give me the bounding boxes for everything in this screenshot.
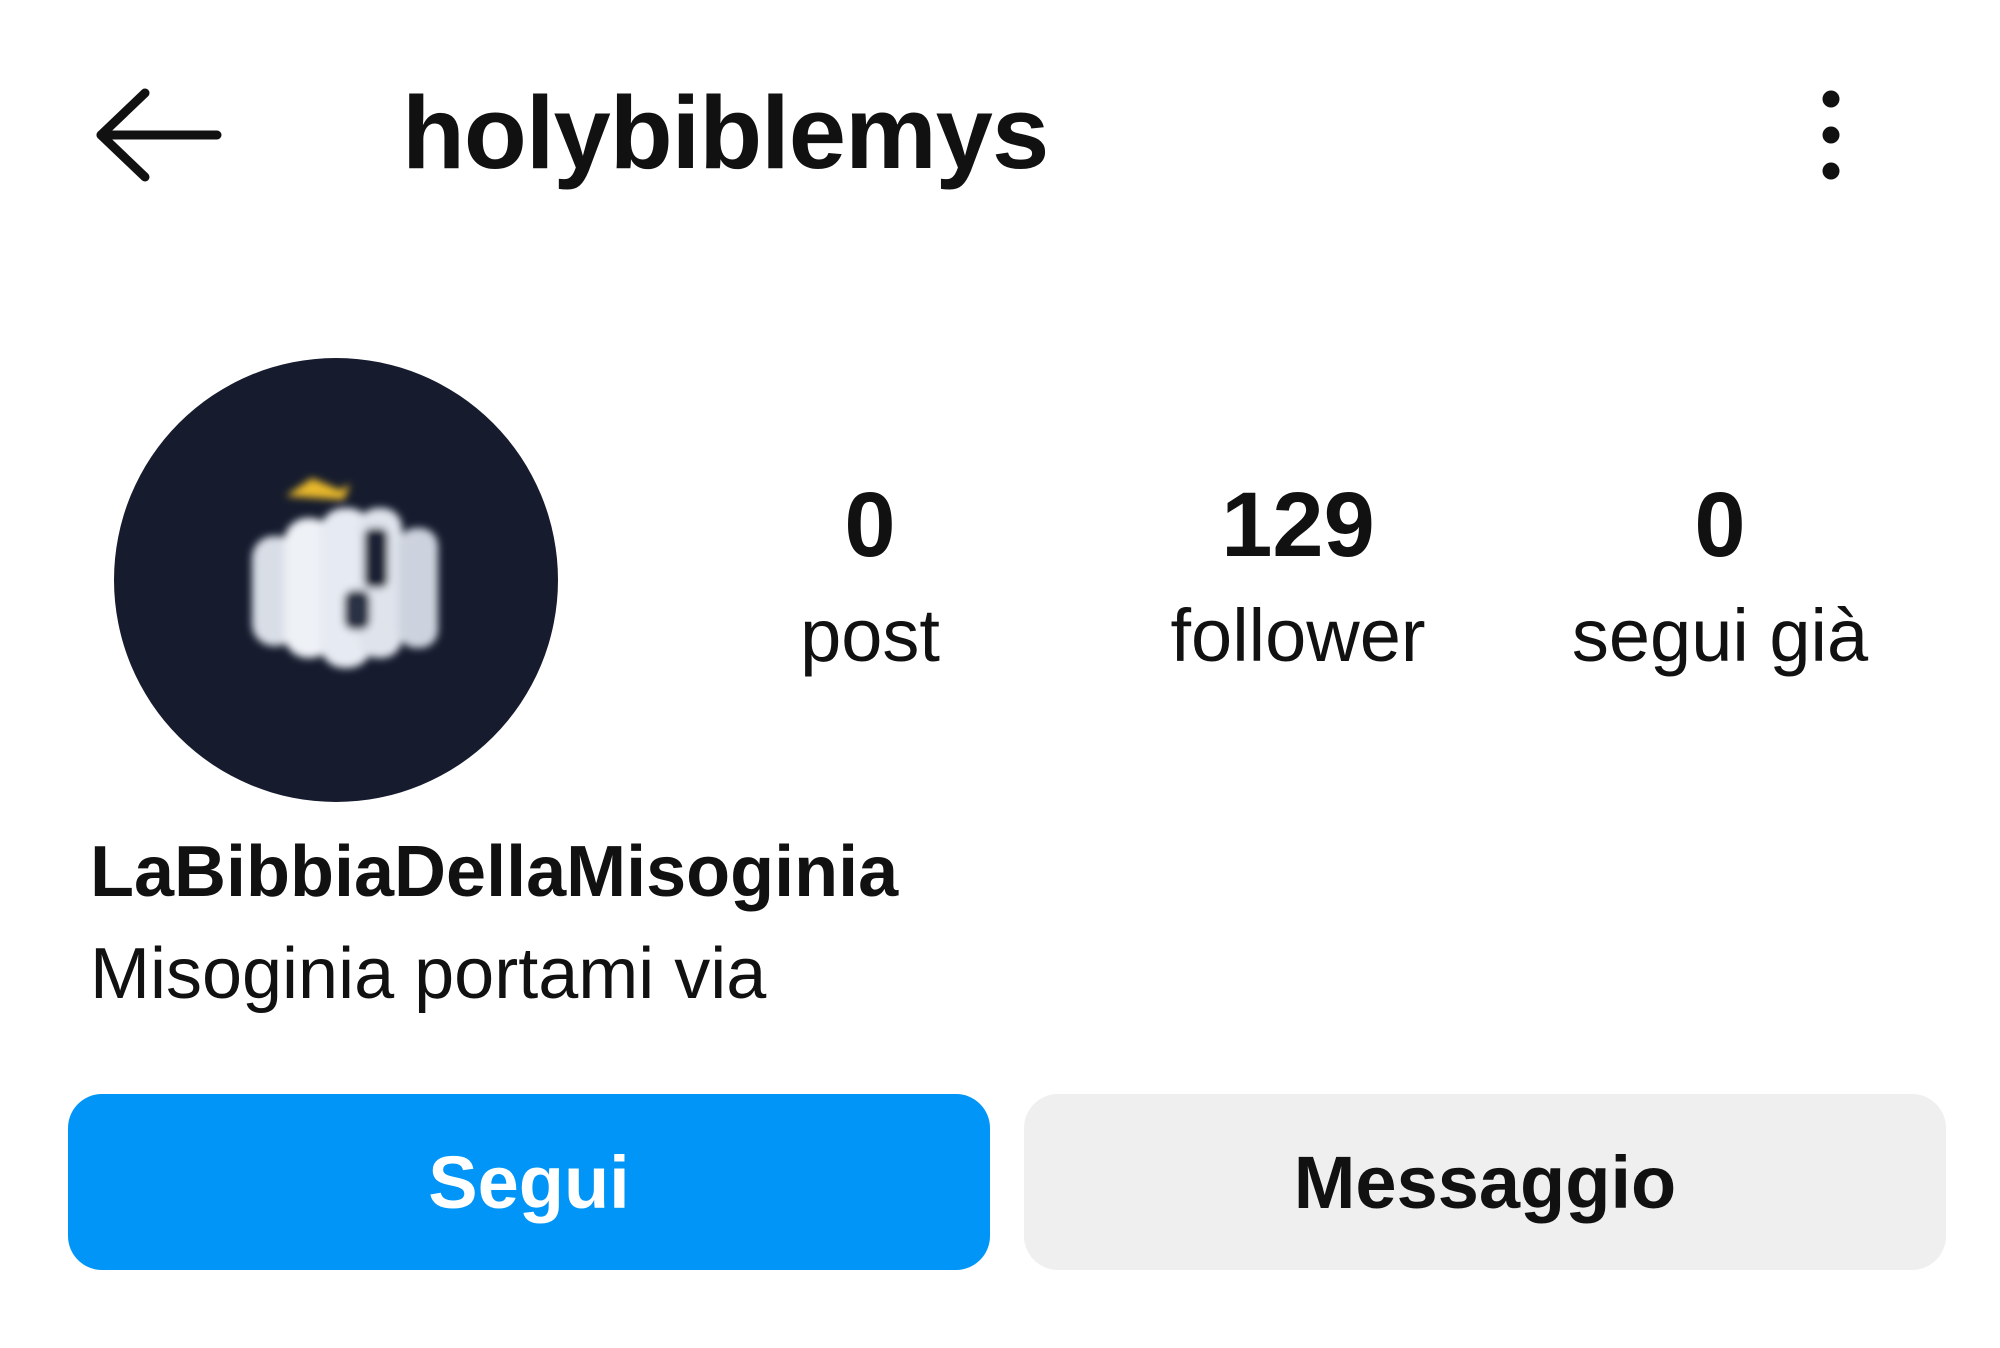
- profile-username-title: holybiblemys: [402, 75, 1049, 190]
- followers-count: 129: [1221, 474, 1375, 576]
- display-name: LaBibbiaDellaMisoginia: [90, 832, 899, 912]
- back-button[interactable]: [88, 80, 228, 190]
- following-count: 0: [1694, 474, 1746, 576]
- posts-stat[interactable]: 0 post: [700, 470, 1040, 686]
- posts-count: 0: [844, 474, 896, 576]
- more-vertical-icon: [1822, 90, 1840, 180]
- arrow-left-icon: [96, 88, 222, 182]
- following-stat[interactable]: 0 segui già: [1550, 470, 1890, 686]
- followers-stat[interactable]: 129 follower: [1128, 470, 1468, 686]
- bio-text: Misoginia portami via: [90, 934, 767, 1014]
- avatar[interactable]: [114, 358, 558, 802]
- profile-screen: holybiblemys 0 post 129 follower 0 segui…: [0, 0, 2000, 1348]
- followers-label: follower: [1170, 594, 1426, 677]
- message-button[interactable]: Messaggio: [1024, 1094, 1946, 1270]
- posts-label: post: [800, 594, 940, 677]
- more-options-button[interactable]: [1786, 80, 1876, 190]
- profile-picture: [252, 478, 438, 668]
- following-label: segui già: [1571, 594, 1869, 677]
- follow-button[interactable]: Segui: [68, 1094, 990, 1270]
